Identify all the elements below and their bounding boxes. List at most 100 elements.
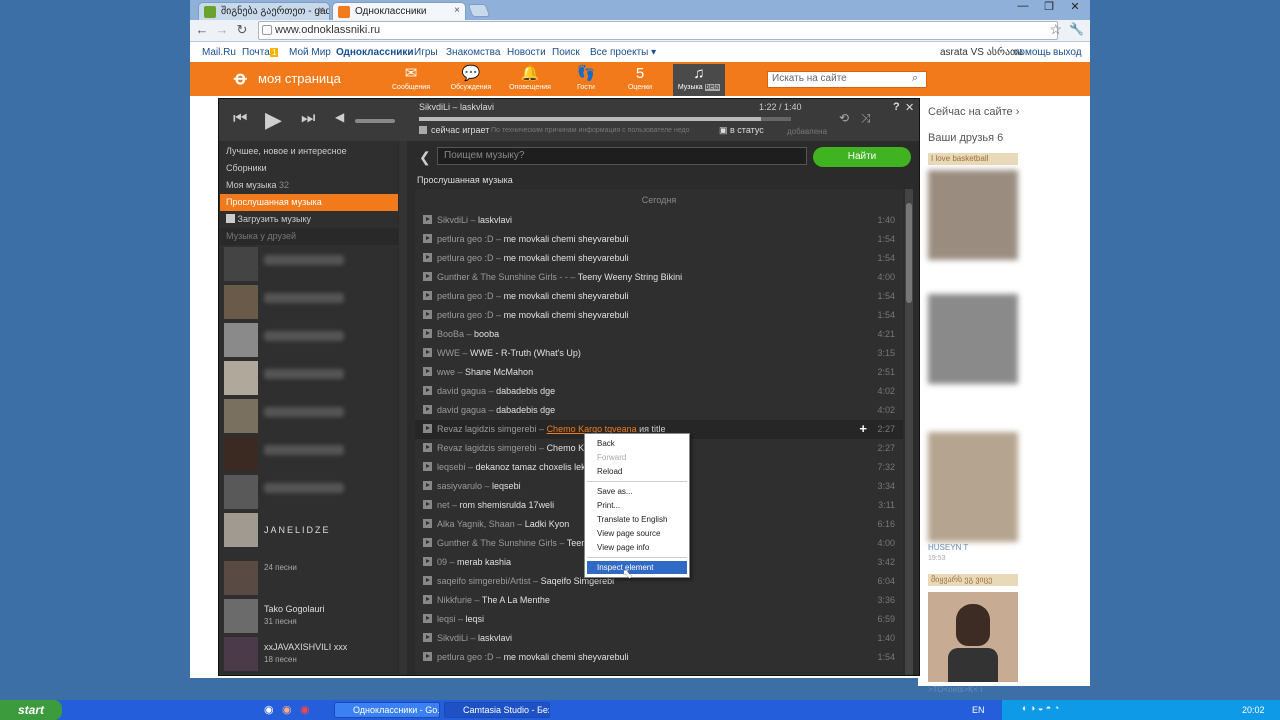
friend-photo[interactable] [928, 592, 1018, 682]
track-row[interactable]: petlura geo :D – me movkali chemi sheyva… [415, 648, 903, 667]
track-row[interactable]: wwe – Shane McMahon 2:51 [415, 363, 903, 382]
track-list-scrollbar[interactable] [905, 189, 913, 675]
portal-link-all-projects[interactable]: Все проекты ▾ [590, 47, 656, 58]
portal-link-dating[interactable]: Знакомства [446, 47, 500, 58]
sidebar-item-upload[interactable]: Загрузить музыку [220, 211, 398, 228]
friend-item[interactable]: 24 песни [224, 561, 396, 599]
track-row[interactable]: SikvdiLi – laskvlavi 1:40 [415, 211, 903, 230]
search-icon[interactable]: ⌕ [912, 72, 918, 85]
play-icon[interactable]: ▶ [265, 107, 282, 133]
friend-photo[interactable] [928, 432, 1018, 542]
nav-messages[interactable]: ✉ Сообщения [389, 64, 433, 91]
track-title[interactable]: dabadebis dge [496, 405, 555, 415]
track-title[interactable]: Ladki Kyon [525, 519, 570, 529]
friend-name[interactable]: >TO<nets>K< i [928, 685, 982, 694]
track-row[interactable]: david gagua – dabadebis dge 4:02 [415, 382, 903, 401]
friend-item[interactable]: JANELIDZE [224, 513, 396, 551]
track-title[interactable]: booba [474, 329, 499, 339]
friend-item[interactable]: Tako Gogolauri 31 песня [224, 599, 396, 637]
track-row[interactable]: BooBa – booba 4:21 [415, 325, 903, 344]
track-title[interactable]: dabadebis dge [496, 386, 555, 396]
track-row[interactable]: WWE – WWE - R-Truth (What's Up) 3:15 [415, 344, 903, 363]
track-title[interactable]: me movkali chemi sheyvarebuli [504, 253, 629, 263]
play-track-icon[interactable] [423, 557, 432, 566]
track-title[interactable]: laskvlavi [478, 215, 512, 225]
nav-discussions[interactable]: 💬 Обсуждения [449, 64, 493, 91]
close-window-icon[interactable]: ✕ [1062, 0, 1088, 16]
menu-item-print[interactable]: Print... [587, 499, 687, 512]
close-tab-icon[interactable]: × [318, 5, 324, 16]
checkbox-icon[interactable] [419, 126, 427, 134]
tray-icons[interactable]: ◐ ◑ ◒ ◓ ◔ [1022, 703, 1059, 713]
friend-item[interactable] [224, 437, 396, 475]
play-track-icon[interactable] [423, 329, 432, 338]
menu-item-forward[interactable]: Forward [587, 451, 687, 464]
friend-item[interactable] [224, 475, 396, 513]
play-track-icon[interactable] [423, 310, 432, 319]
sidebar-item-my-music[interactable]: Моя музыка 32 [220, 177, 398, 194]
track-title[interactable]: leqsi [466, 614, 485, 624]
track-row[interactable]: Nikkfurie – The A La Menthe 3:36 [415, 591, 903, 610]
reload-icon[interactable]: ↻ [234, 22, 250, 38]
logout-link[interactable]: выход [1053, 47, 1082, 58]
play-track-icon[interactable] [423, 614, 432, 623]
portal-link-news[interactable]: Новости [507, 47, 546, 58]
track-title[interactable]: me movkali chemi sheyvarebuli [504, 652, 629, 662]
friend-item[interactable] [224, 399, 396, 437]
address-bar[interactable]: www.odnoklassniki.ru [258, 21, 1058, 40]
sidebar-item-best[interactable]: Лучшее, новое и интересное [220, 143, 398, 160]
play-track-icon[interactable] [423, 481, 432, 490]
friend-item[interactable]: xxJAVAXISHVILI xxx 18 песен [224, 637, 396, 675]
new-tab-button[interactable] [467, 4, 491, 17]
track-title[interactable]: leqsebi [492, 481, 521, 491]
nav-music[interactable]: ♫ Музыка beta [673, 64, 725, 96]
friend-item[interactable] [224, 285, 396, 323]
track-title[interactable]: me movkali chemi sheyvarebuli [504, 310, 629, 320]
music-search-input[interactable]: Поищем музыку? [437, 147, 807, 165]
play-track-icon[interactable] [423, 272, 432, 281]
track-title[interactable]: WWE - R-Truth (What's Up) [470, 348, 581, 358]
play-track-icon[interactable] [423, 253, 432, 262]
menu-item-save-as[interactable]: Save as... [587, 485, 687, 498]
menu-item-translate[interactable]: Translate to English [587, 513, 687, 526]
play-track-icon[interactable] [423, 652, 432, 661]
portal-link-games[interactable]: Игры [414, 47, 438, 58]
menu-item-page-info[interactable]: View page info [587, 541, 687, 554]
track-title[interactable]: Teeny Weeny String Bikini [578, 272, 682, 282]
track-title[interactable]: merab kashia [457, 557, 511, 567]
nav-notifications[interactable]: 🔔 Оповещения [508, 64, 552, 91]
set-status-button[interactable]: ▣ в статус [719, 125, 764, 136]
play-track-icon[interactable] [423, 462, 432, 471]
odnoklassniki-logo-icon[interactable]: ꝋ [234, 68, 252, 90]
friend-name[interactable]: HUSEYN T [928, 543, 968, 552]
portal-user[interactable]: asrata VS ასრათა [940, 47, 1023, 58]
help-icon[interactable]: ? [893, 101, 900, 113]
track-title[interactable]: rom shemisrulda 17weli [460, 500, 555, 510]
track-title[interactable]: The A La Menthe [482, 595, 550, 605]
track-row[interactable]: leqsi – leqsi 6:59 [415, 610, 903, 629]
friend-photo[interactable] [928, 294, 1018, 384]
back-chevron-icon[interactable]: ❮ [419, 149, 431, 166]
firefox-quicklaunch-icon[interactable]: ◉ [282, 703, 292, 716]
my-page-link[interactable]: моя страница [258, 71, 341, 86]
track-title[interactable]: me movkali chemi sheyvarebuli [504, 234, 629, 244]
menu-item-inspect[interactable]: Inspect element [587, 561, 687, 574]
taskbar-window-browser[interactable]: Одноклассники - Go... [334, 702, 440, 718]
track-title[interactable]: laskvlavi [478, 633, 512, 643]
track-row[interactable]: petlura geo :D – me movkali chemi sheyva… [415, 287, 903, 306]
menu-item-view-source[interactable]: View page source [587, 527, 687, 540]
next-track-icon[interactable]: ⏭ [301, 110, 315, 128]
portal-link-myworld[interactable]: Мой Мир [289, 47, 331, 58]
track-title[interactable]: Shane McMahon [465, 367, 533, 377]
play-track-icon[interactable] [423, 291, 432, 300]
play-track-icon[interactable] [423, 405, 432, 414]
play-track-icon[interactable] [423, 424, 432, 433]
portal-link-ok[interactable]: Одноклассники [336, 47, 414, 58]
play-track-icon[interactable] [423, 595, 432, 604]
browser-tab-1[interactable]: შიგნება გაერთეთ - gadmot × [198, 2, 330, 20]
nav-guests[interactable]: 👣 Гости [564, 64, 608, 91]
close-tab-icon[interactable]: × [454, 5, 460, 16]
previous-track-icon[interactable]: ⏮ [233, 110, 247, 128]
track-row[interactable]: david gagua – dabadebis dge 4:02 [415, 401, 903, 420]
track-title[interactable]: Chemo Ka [547, 443, 590, 453]
